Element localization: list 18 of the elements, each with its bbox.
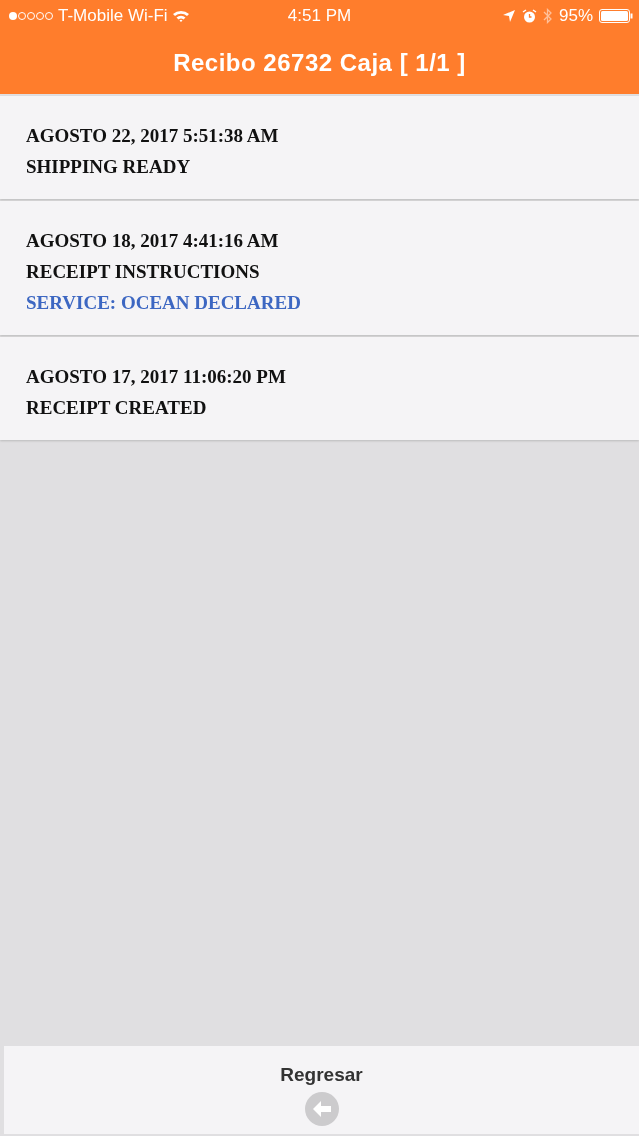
wifi-icon [171,9,190,23]
event-status: RECEIPT CREATED [26,396,208,420]
location-arrow-icon [501,9,516,23]
battery-icon [599,9,633,23]
service-label: SERVICE: OCEAN DECLARED [26,291,302,315]
signal-icon [8,11,54,21]
event-date: AGOSTO 17, 2017 11:06:20 PM [26,365,287,389]
event-date: AGOSTO 18, 2017 4:41:16 AM [26,229,280,253]
event-status: SHIPPING READY [26,155,192,179]
alarm-clock-icon [521,8,537,24]
clock-time: 4:51 PM [286,6,353,26]
carrier-name: T-Mobile Wi-Fi [58,6,168,26]
page-title: Recibo 26732 Caja [ 1/1 ] [172,48,467,78]
event-status: RECEIPT INSTRUCTIONS [26,260,261,284]
event-date: AGOSTO 22, 2017 5:51:38 AM [26,124,280,148]
battery-percent: 95% [558,6,593,26]
bluetooth-icon [542,8,553,24]
back-button[interactable]: Regresar [4,1046,639,1134]
